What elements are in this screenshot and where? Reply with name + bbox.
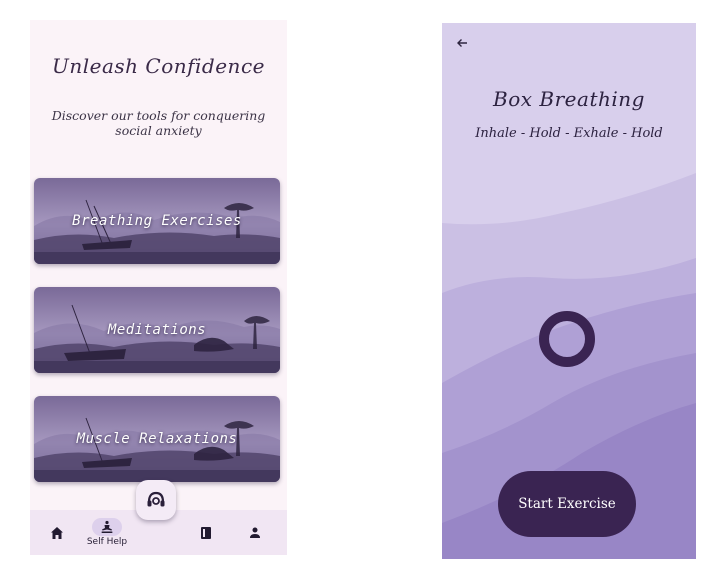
meditation-icon bbox=[101, 520, 113, 533]
start-exercise-button[interactable]: Start Exercise bbox=[498, 471, 636, 537]
headset-support-icon bbox=[147, 491, 165, 507]
breathing-exercises-card[interactable]: Breathing Exercises bbox=[34, 178, 280, 264]
self-help-screen: Unleash Confidence Discover our tools fo… bbox=[30, 20, 287, 555]
nav-label: Self Help bbox=[86, 537, 128, 547]
nav-self-help[interactable]: Self Help bbox=[84, 510, 130, 555]
support-fab[interactable] bbox=[136, 480, 176, 520]
arrow-left-icon bbox=[457, 39, 467, 47]
back-button[interactable] bbox=[456, 37, 468, 53]
box-breathing-screen: Box Breathing Inhale - Hold - Exhale - H… bbox=[442, 23, 696, 559]
person-icon bbox=[250, 527, 260, 538]
page-subtitle: Discover our tools for conquering social… bbox=[51, 108, 266, 138]
card-label: Breathing Exercises bbox=[72, 213, 242, 229]
muscle-relaxations-card[interactable]: Muscle Relaxations bbox=[34, 396, 280, 482]
exercise-subtitle: Inhale - Hold - Exhale - Hold bbox=[475, 126, 663, 141]
exercise-title: Box Breathing bbox=[493, 87, 645, 111]
breathing-indicator-ring bbox=[539, 311, 595, 367]
home-icon bbox=[51, 526, 63, 539]
card-label: Muscle Relaxations bbox=[76, 431, 238, 447]
nav-profile[interactable] bbox=[244, 510, 266, 555]
page-title: Unleash Confidence bbox=[52, 54, 265, 78]
nav-home[interactable] bbox=[44, 510, 70, 555]
active-indicator bbox=[92, 518, 122, 536]
meditations-card[interactable]: Meditations bbox=[34, 287, 280, 373]
nav-journal[interactable] bbox=[195, 510, 217, 555]
book-icon bbox=[201, 526, 211, 539]
card-label: Meditations bbox=[107, 322, 207, 338]
